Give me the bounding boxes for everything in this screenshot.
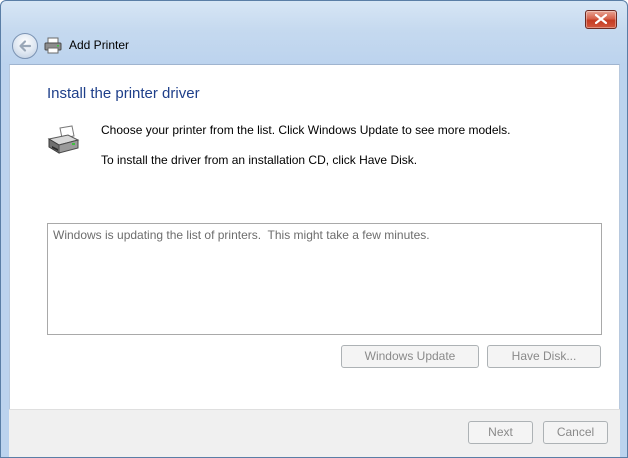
close-icon: [595, 14, 607, 24]
add-printer-window: Add Printer Install the printer driver C…: [0, 0, 628, 458]
windows-update-button[interactable]: Windows Update: [341, 345, 479, 368]
printer-icon: [47, 125, 80, 154]
footer-bar: Next Cancel: [9, 409, 620, 457]
instruction-text-choose: Choose your printer from the list. Click…: [101, 123, 511, 137]
have-disk-button[interactable]: Have Disk...: [487, 345, 601, 368]
cancel-button[interactable]: Cancel: [543, 421, 608, 444]
printer-list[interactable]: Windows is updating the list of printers…: [47, 223, 602, 335]
printer-icon: [44, 37, 62, 54]
next-button[interactable]: Next: [468, 421, 533, 444]
window-title: Add Printer: [69, 38, 130, 52]
list-status-text: Windows is updating the list of printers…: [53, 228, 430, 242]
instruction-text-have-disk: To install the driver from an installati…: [101, 153, 418, 167]
close-button[interactable]: [585, 10, 617, 29]
content-panel: Install the printer driver Choose your p…: [9, 64, 620, 410]
back-arrow-icon: [19, 40, 32, 52]
page-heading: Install the printer driver: [47, 85, 200, 102]
back-button[interactable]: [12, 33, 38, 59]
